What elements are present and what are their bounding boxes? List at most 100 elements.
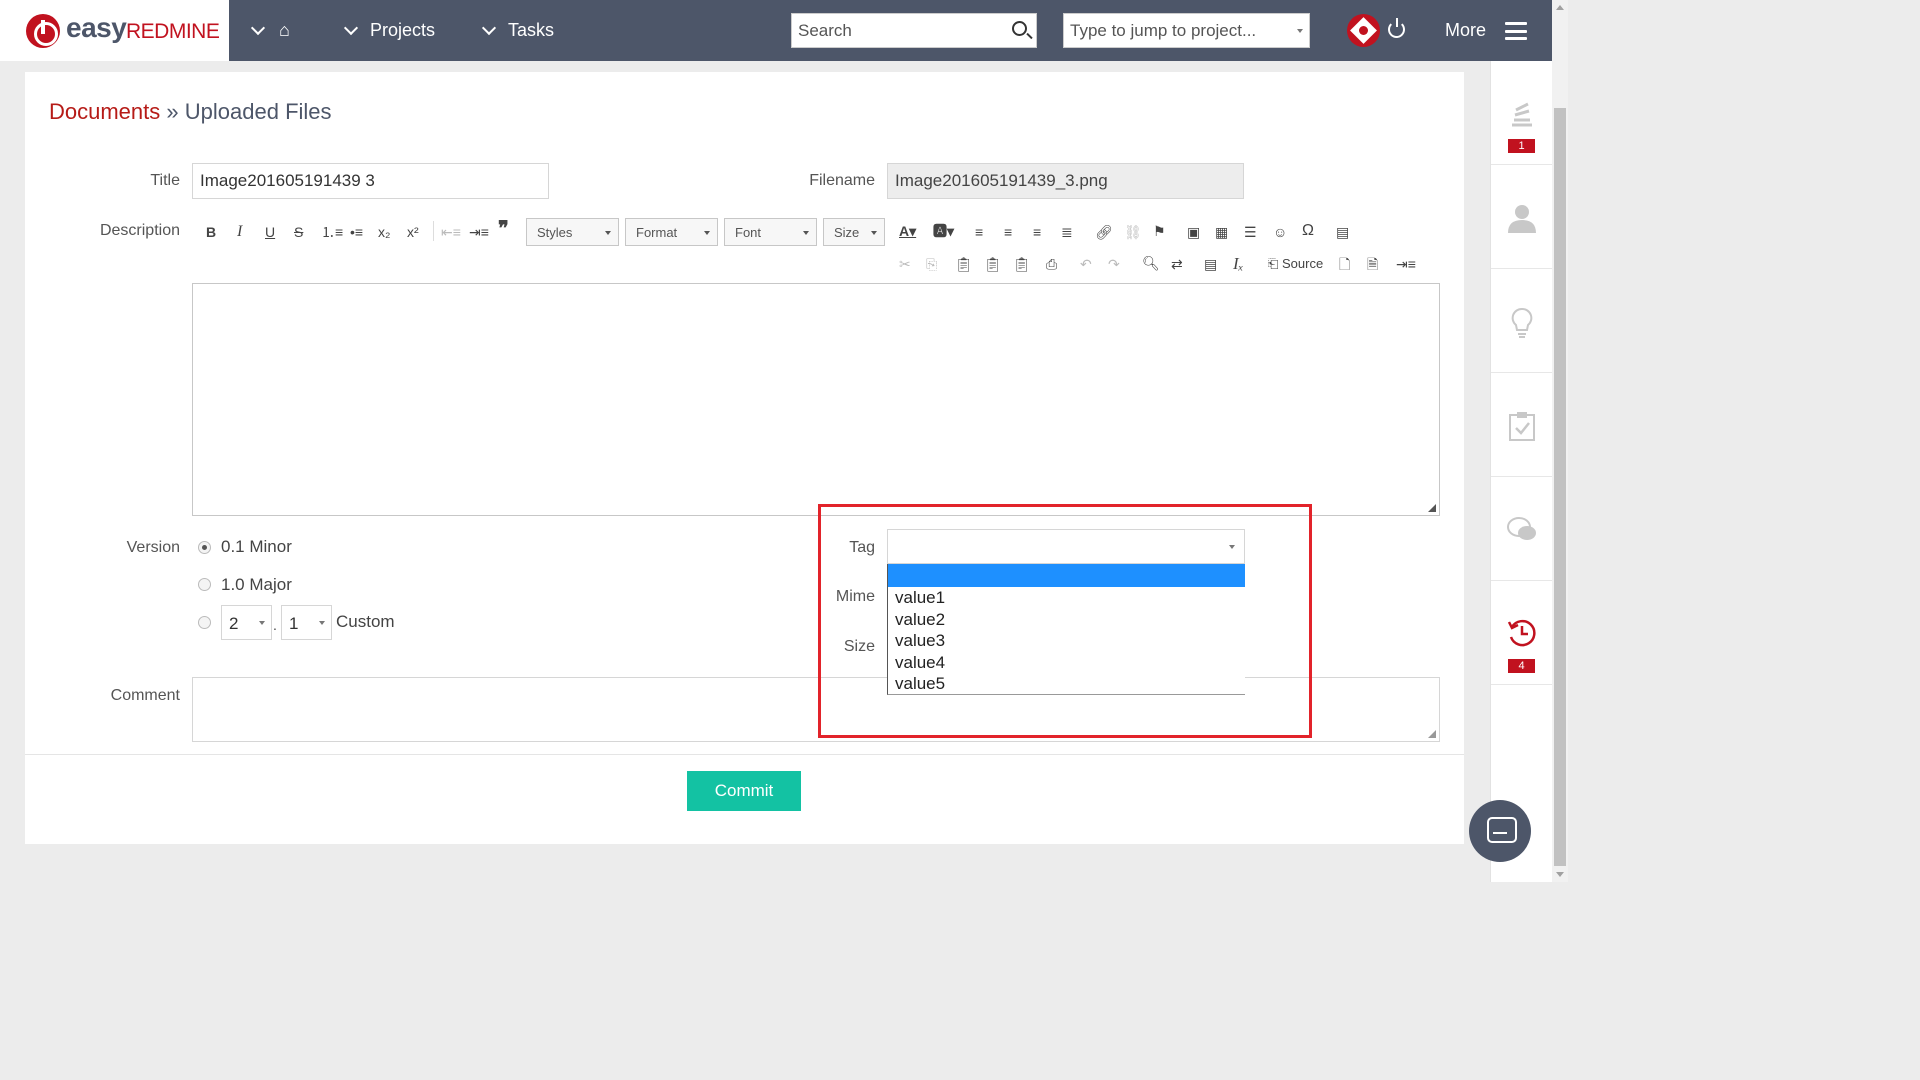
breadcrumb-separator: » — [166, 99, 179, 124]
chevron-down-icon — [343, 20, 359, 35]
version-minor-radio[interactable] — [198, 541, 211, 554]
text-color-icon[interactable]: A▾ — [899, 222, 916, 240]
hamburger-icon[interactable] — [1505, 22, 1527, 40]
page-break-icon[interactable]: ▤ — [1336, 223, 1349, 241]
source-button[interactable]: ⎗ Source — [1268, 255, 1323, 273]
size-combo[interactable]: Size — [823, 218, 885, 246]
custom-major-value: 2 — [229, 614, 239, 633]
breadcrumb: Documents » Uploaded Files — [49, 99, 332, 125]
superscript-icon[interactable]: x² — [407, 223, 419, 241]
sidebar-chat[interactable] — [1491, 477, 1553, 581]
resize-handle-icon[interactable] — [1428, 730, 1436, 738]
sidebar-ideas[interactable] — [1491, 269, 1553, 373]
special-char-omega-icon[interactable]: Ω — [1302, 222, 1314, 240]
preview-icon[interactable]: 🗋 — [1339, 255, 1350, 273]
italic-icon[interactable]: I — [237, 223, 242, 241]
sidebar-activity[interactable]: 1 — [1491, 61, 1553, 165]
undo-icon[interactable]: ↶ — [1080, 255, 1092, 273]
paste-word-icon[interactable]: 📋︎ — [1013, 255, 1031, 273]
version-major-radio[interactable] — [198, 578, 211, 591]
smiley-icon[interactable]: ☺ — [1273, 223, 1287, 241]
strikethrough-icon[interactable]: S — [294, 223, 303, 241]
numbered-list-icon[interactable]: ⒈≡ — [321, 223, 343, 241]
bold-icon[interactable]: B — [206, 223, 216, 241]
sidebar-users[interactable] — [1491, 165, 1553, 269]
bulleted-list-icon[interactable]: •≡ — [350, 223, 363, 241]
replace-icon[interactable]: ⇄ — [1171, 255, 1183, 273]
print-icon[interactable]: ⎙ — [1046, 255, 1057, 273]
nav-tasks[interactable]: Tasks — [481, 0, 555, 61]
show-blocks-icon[interactable]: ⇥≡ — [1396, 255, 1416, 273]
title-input[interactable] — [192, 163, 549, 199]
align-right-icon[interactable]: ≡ — [1033, 223, 1041, 241]
styles-combo[interactable]: Styles — [526, 218, 619, 246]
logo-text-redmine: REDMINE — [126, 20, 220, 43]
comment-label: Comment — [110, 687, 180, 704]
lightbulb-icon — [1511, 307, 1533, 338]
cut-icon[interactable]: ✂ — [899, 255, 911, 273]
link-icon[interactable]: 🔗︎ — [1095, 223, 1113, 241]
avatar[interactable] — [1347, 14, 1380, 47]
version-custom-radio[interactable] — [198, 616, 211, 629]
more-menu[interactable]: More — [1445, 0, 1486, 61]
version-label: Version — [126, 539, 180, 556]
chevron-down-icon — [250, 20, 266, 35]
scroll-down-arrow-icon[interactable] — [1556, 872, 1564, 877]
top-bar — [0, 0, 1552, 61]
chevron-down-icon — [319, 621, 325, 625]
search-icon[interactable] — [1012, 21, 1027, 36]
horizontal-rule-icon[interactable]: ☰ — [1244, 223, 1257, 241]
table-icon[interactable]: ▦ — [1215, 223, 1228, 241]
description-editor[interactable] — [192, 283, 1440, 516]
chat-support-icon[interactable] — [1469, 800, 1531, 862]
redo-icon[interactable]: ↷ — [1108, 255, 1120, 273]
nav-projects-label: Projects — [370, 20, 436, 40]
background-color-icon[interactable]: 🅰▾ — [933, 222, 954, 240]
image-icon[interactable]: ▣ — [1187, 223, 1200, 241]
resize-handle-icon[interactable] — [1428, 504, 1436, 512]
align-center-icon[interactable]: ≡ — [1004, 223, 1012, 241]
jump-to-project-input[interactable] — [1064, 14, 1284, 47]
paste-icon[interactable]: 📋︎ — [955, 255, 973, 273]
scrollbar-thumb[interactable] — [1554, 108, 1566, 866]
underline-icon[interactable]: U — [265, 223, 275, 241]
sidebar-history[interactable]: 4 — [1491, 581, 1553, 685]
logout-icon[interactable] — [1388, 18, 1405, 38]
find-icon[interactable]: 🔍︎ — [1142, 254, 1160, 272]
source-label: Source — [1282, 256, 1324, 271]
chevron-down-icon — [259, 621, 265, 625]
format-combo[interactable]: Format — [625, 218, 718, 246]
chevron-down-icon[interactable] — [1297, 29, 1303, 33]
align-justify-icon[interactable]: ≣ — [1061, 223, 1073, 241]
custom-minor-value: 1 — [289, 614, 299, 633]
nav-tasks-label: Tasks — [508, 20, 555, 40]
search-input[interactable] — [792, 14, 1002, 47]
unlink-icon[interactable]: ⛓ — [1124, 223, 1142, 241]
nav-projects[interactable]: Projects — [343, 0, 436, 61]
size-combo-label: Size — [834, 225, 860, 240]
custom-minor-select[interactable]: 1 — [281, 605, 332, 640]
blockquote-icon[interactable]: ❞ — [498, 219, 509, 239]
outdent-icon[interactable]: ⇤≡ — [441, 223, 461, 241]
home-icon[interactable]: ⌂ — [279, 20, 290, 41]
sidebar-tasks[interactable] — [1491, 373, 1553, 477]
chevron-down-icon — [704, 231, 710, 235]
more-label: More — [1445, 20, 1487, 40]
nav-menu-toggle[interactable]: ⌂ — [250, 0, 290, 61]
indent-icon[interactable]: ⇥≡ — [469, 223, 489, 241]
select-all-icon[interactable]: ▤ — [1204, 255, 1217, 273]
breadcrumb-documents-link[interactable]: Documents — [49, 99, 160, 124]
font-combo[interactable]: Font — [724, 218, 817, 246]
subscript-icon[interactable]: x₂ — [378, 223, 390, 241]
custom-major-select[interactable]: 2 — [221, 605, 272, 640]
scroll-up-arrow-icon[interactable] — [1556, 5, 1564, 10]
anchor-flag-icon[interactable]: ⚑ — [1153, 222, 1166, 240]
right-sidebar: 1 4 — [1490, 61, 1553, 882]
align-left-icon[interactable]: ≡ — [975, 223, 983, 241]
remove-format-icon[interactable]: Iₓ — [1233, 255, 1244, 273]
commit-button[interactable]: Commit — [687, 771, 801, 811]
templates-icon[interactable]: 🗎 — [1367, 255, 1378, 273]
logo[interactable]: easy REDMINE — [0, 0, 229, 61]
copy-icon[interactable]: ⎘ — [926, 255, 937, 273]
paste-text-icon[interactable]: 📋︎ — [984, 255, 1002, 273]
